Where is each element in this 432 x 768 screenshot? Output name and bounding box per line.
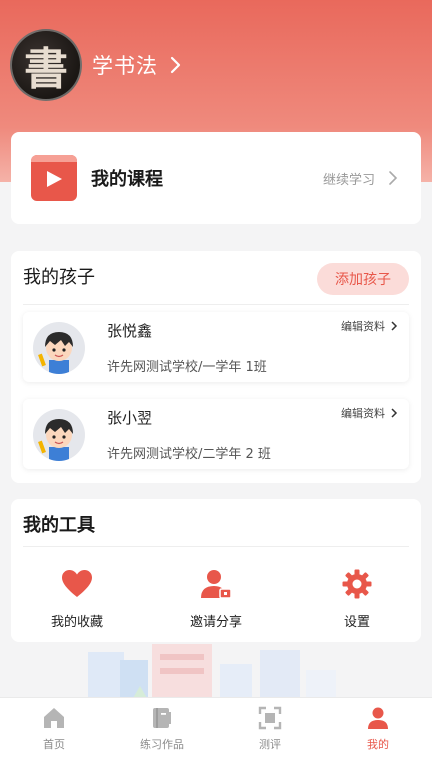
heart-icon	[62, 570, 92, 597]
gear-icon	[342, 569, 372, 599]
my-children-card: 我的孩子 添加孩子 张悦鑫 许先网测试学校/一学年 1班 编辑资料 张小翌 许先…	[11, 251, 421, 483]
bottom-tab-bar: 首页 练习作品 测评 我的	[0, 697, 432, 768]
tab-label: 首页	[43, 738, 65, 751]
my-course-card[interactable]: 我的课程 继续学习	[11, 132, 421, 224]
child-name: 张小翌	[107, 409, 153, 427]
tab-practice-works[interactable]: 练习作品	[108, 698, 216, 768]
decorative-buildings-illustration	[88, 644, 336, 700]
tool-settings[interactable]: 设置	[297, 569, 417, 630]
profile-link[interactable]: 書 学书法	[10, 28, 186, 102]
divider	[23, 304, 409, 305]
profile-avatar: 書	[10, 29, 82, 101]
child-name: 张悦鑫	[107, 322, 153, 340]
child-avatar	[33, 409, 85, 461]
edit-profile-link[interactable]: 编辑资料	[341, 405, 399, 421]
tab-label: 我的	[367, 738, 389, 751]
tools-section-title: 我的工具	[23, 515, 95, 536]
tool-label: 我的收藏	[50, 615, 103, 630]
tab-mine[interactable]: 我的	[324, 698, 432, 768]
home-icon	[44, 708, 64, 728]
tab-assessment[interactable]: 测评	[216, 698, 324, 768]
book-icon	[153, 708, 171, 728]
child-item[interactable]: 张小翌 许先网测试学校/二学年 2 班 编辑资料	[23, 399, 409, 469]
child-school-class: 许先网测试学校/二学年 2 班	[107, 447, 271, 462]
course-title: 我的课程	[91, 169, 163, 190]
edit-profile-link[interactable]: 编辑资料	[341, 318, 399, 334]
continue-learning-link[interactable]: 继续学习	[323, 169, 401, 188]
tool-favorites[interactable]: 我的收藏	[17, 569, 137, 630]
edit-profile-label: 编辑资料	[341, 407, 385, 420]
continue-learning-label: 继续学习	[322, 172, 375, 188]
tab-label: 测评	[259, 738, 281, 751]
child-school-class: 许先网测试学校/一学年 1班	[107, 360, 267, 375]
tab-label: 练习作品	[140, 738, 184, 751]
chevron-right-icon	[391, 408, 398, 418]
my-tools-card: 我的工具 我的收藏 邀请分享 设置	[11, 499, 421, 642]
chevron-right-icon	[170, 56, 181, 74]
tool-label: 邀请分享	[189, 615, 242, 630]
video-course-icon	[31, 155, 77, 201]
user-share-icon	[201, 570, 232, 599]
scan-icon	[258, 706, 282, 730]
profile-name: 学书法	[92, 54, 158, 78]
chevron-right-icon	[389, 171, 398, 185]
chevron-right-icon	[391, 321, 398, 331]
children-section-title: 我的孩子	[23, 267, 95, 288]
child-avatar	[33, 322, 85, 374]
tab-home[interactable]: 首页	[0, 698, 108, 768]
tool-invite-share[interactable]: 邀请分享	[156, 569, 276, 630]
child-item[interactable]: 张悦鑫 许先网测试学校/一学年 1班 编辑资料	[23, 312, 409, 382]
edit-profile-label: 编辑资料	[341, 320, 385, 333]
add-child-button[interactable]: 添加孩子	[317, 263, 409, 295]
person-icon	[368, 707, 388, 729]
tool-label: 设置	[343, 615, 370, 630]
divider	[23, 546, 409, 547]
